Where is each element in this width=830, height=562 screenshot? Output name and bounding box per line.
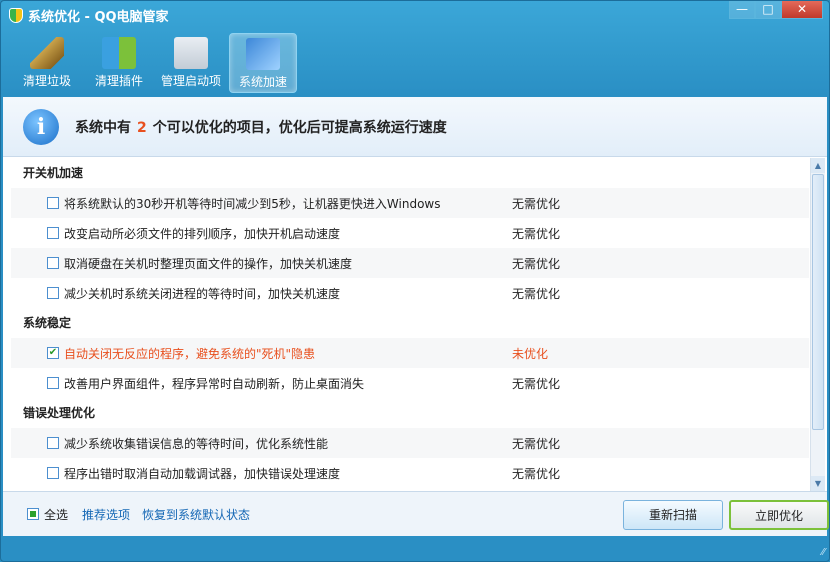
section-header: 开关机加速 [23, 166, 84, 180]
item-checkbox[interactable] [47, 467, 59, 479]
item-checkbox[interactable]: ✔ [47, 347, 59, 359]
qq-guard-logo-icon [9, 8, 23, 23]
item-description: 改变启动所必须文件的排列顺序，加快开机启动速度 [64, 226, 341, 241]
list-item[interactable]: 改善用户界面组件，程序异常时自动刷新，防止桌面消失 无需优化 [11, 368, 809, 398]
scroll-down-icon[interactable]: ▼ [811, 476, 825, 491]
select-all-label[interactable]: 全选 [44, 506, 68, 523]
footer: 全选 推荐选项 恢复到系统默认状态 重新扫描 立即优化 [3, 491, 829, 536]
list-item[interactable]: 减少关机时系统关闭进程的等待时间，加快关机速度 无需优化 [11, 278, 809, 308]
list-item[interactable]: 将系统默认的30秒开机等待时间减少到5秒，让机器更快进入Windows 无需优化 [11, 188, 809, 218]
section-header: 错误处理优化 [23, 406, 96, 420]
list-item[interactable]: 减少系统收集错误信息的等待时间，优化系统性能 无需优化 [11, 428, 809, 458]
window-title: 系统优化 - QQ电脑管家 [28, 10, 169, 25]
list-item[interactable]: 取消硬盘在关机时整理页面文件的操作，加快关机速度 无需优化 [11, 248, 809, 278]
item-description: 减少系统收集错误信息的等待时间，优化系统性能 [64, 436, 329, 451]
item-checkbox[interactable] [47, 437, 59, 449]
list-item[interactable]: 程序出错时取消自动加载调试器，加快错误处理速度 无需优化 [11, 458, 809, 488]
main-panel: i 系统中有 2 个可以优化的项目，优化后可提高系统运行速度 开关机加速将系统默认的… [3, 97, 829, 536]
puzzle-icon [102, 37, 136, 69]
item-status: 无需优化 [512, 196, 561, 211]
optimization-list: 开关机加速将系统默认的30秒开机等待时间减少到5秒，让机器更快进入Windows… [3, 158, 809, 491]
item-description: 将系统默认的30秒开机等待时间减少到5秒，让机器更快进入Windows [64, 196, 441, 211]
item-checkbox[interactable] [47, 197, 59, 209]
item-status: 无需优化 [512, 466, 561, 481]
toolbar-label: 清理垃圾 [22, 74, 71, 88]
item-checkbox[interactable] [47, 257, 59, 269]
title-bar: 系统优化 - QQ电脑管家 [9, 6, 169, 25]
toolbar-monitor-speedup[interactable]: 系统加速 [229, 33, 297, 93]
item-status: 无需优化 [512, 226, 561, 241]
item-description: 自动关闭无反应的程序，避免系统的"死机"隐患 [64, 346, 316, 361]
toolbar-label: 清理插件 [94, 74, 143, 88]
close-button[interactable]: ✕ [781, 1, 823, 19]
toolbar-broom[interactable]: 清理垃圾 [13, 33, 81, 93]
item-checkbox[interactable] [47, 227, 59, 239]
item-description: 程序出错时取消自动加载调试器，加快错误处理速度 [64, 466, 341, 481]
section-header: 系统稳定 [23, 316, 72, 330]
toolbar-startup-window[interactable]: 管理启动项 [157, 33, 225, 93]
rescan-button[interactable]: 重新扫描 [623, 500, 723, 530]
window: 系统优化 - QQ电脑管家 — □ ✕ 清理垃圾 清理插件 管理启动项 系统加速 i … [0, 0, 830, 562]
item-description: 取消硬盘在关机时整理页面文件的操作，加快关机速度 [64, 256, 353, 271]
list-item[interactable]: 改变启动所必须文件的排列顺序，加快开机启动速度 无需优化 [11, 218, 809, 248]
restore-default-link[interactable]: 恢复到系统默认状态 [142, 506, 250, 523]
optimize-now-button[interactable]: 立即优化 [729, 500, 829, 530]
item-status: 未优化 [512, 346, 549, 361]
info-icon: i [23, 108, 59, 145]
scrollbar[interactable]: ▲ ▼ [810, 158, 825, 491]
optimizable-count: 2 [137, 119, 147, 136]
select-all-checkbox[interactable] [27, 508, 39, 520]
toolbar-puzzle[interactable]: 清理插件 [85, 33, 153, 93]
scroll-thumb[interactable] [812, 174, 824, 430]
maximize-button[interactable]: □ [755, 1, 781, 19]
item-status: 无需优化 [512, 256, 561, 271]
item-description: 减少关机时系统关闭进程的等待时间，加快关机速度 [64, 286, 341, 301]
toolbar-label: 系统加速 [238, 75, 287, 89]
banner-suffix: 个可以优化的项目，优化后可提高系统运行速度 [152, 119, 447, 136]
banner-prefix: 系统中有 [75, 119, 131, 136]
info-banner: i 系统中有 2 个可以优化的项目，优化后可提高系统运行速度 [3, 97, 827, 157]
toolbar-label: 管理启动项 [160, 74, 221, 88]
item-status: 无需优化 [512, 376, 561, 391]
resize-grip-icon[interactable]: ⁄⁄ [822, 547, 825, 558]
scroll-up-icon[interactable]: ▲ [811, 158, 825, 173]
recommended-link[interactable]: 推荐选项 [82, 506, 130, 523]
item-description: 改善用户界面组件，程序异常时自动刷新，防止桌面消失 [64, 376, 365, 391]
list-item[interactable]: ✔ 自动关闭无反应的程序，避免系统的"死机"隐患 未优化 [11, 338, 809, 368]
item-status: 无需优化 [512, 436, 561, 451]
item-checkbox[interactable] [47, 287, 59, 299]
item-status: 无需优化 [512, 286, 561, 301]
monitor-speedup-icon [246, 38, 280, 70]
minimize-button[interactable]: — [729, 1, 755, 19]
item-checkbox[interactable] [47, 377, 59, 389]
broom-icon [30, 37, 64, 69]
startup-window-icon [174, 37, 208, 69]
